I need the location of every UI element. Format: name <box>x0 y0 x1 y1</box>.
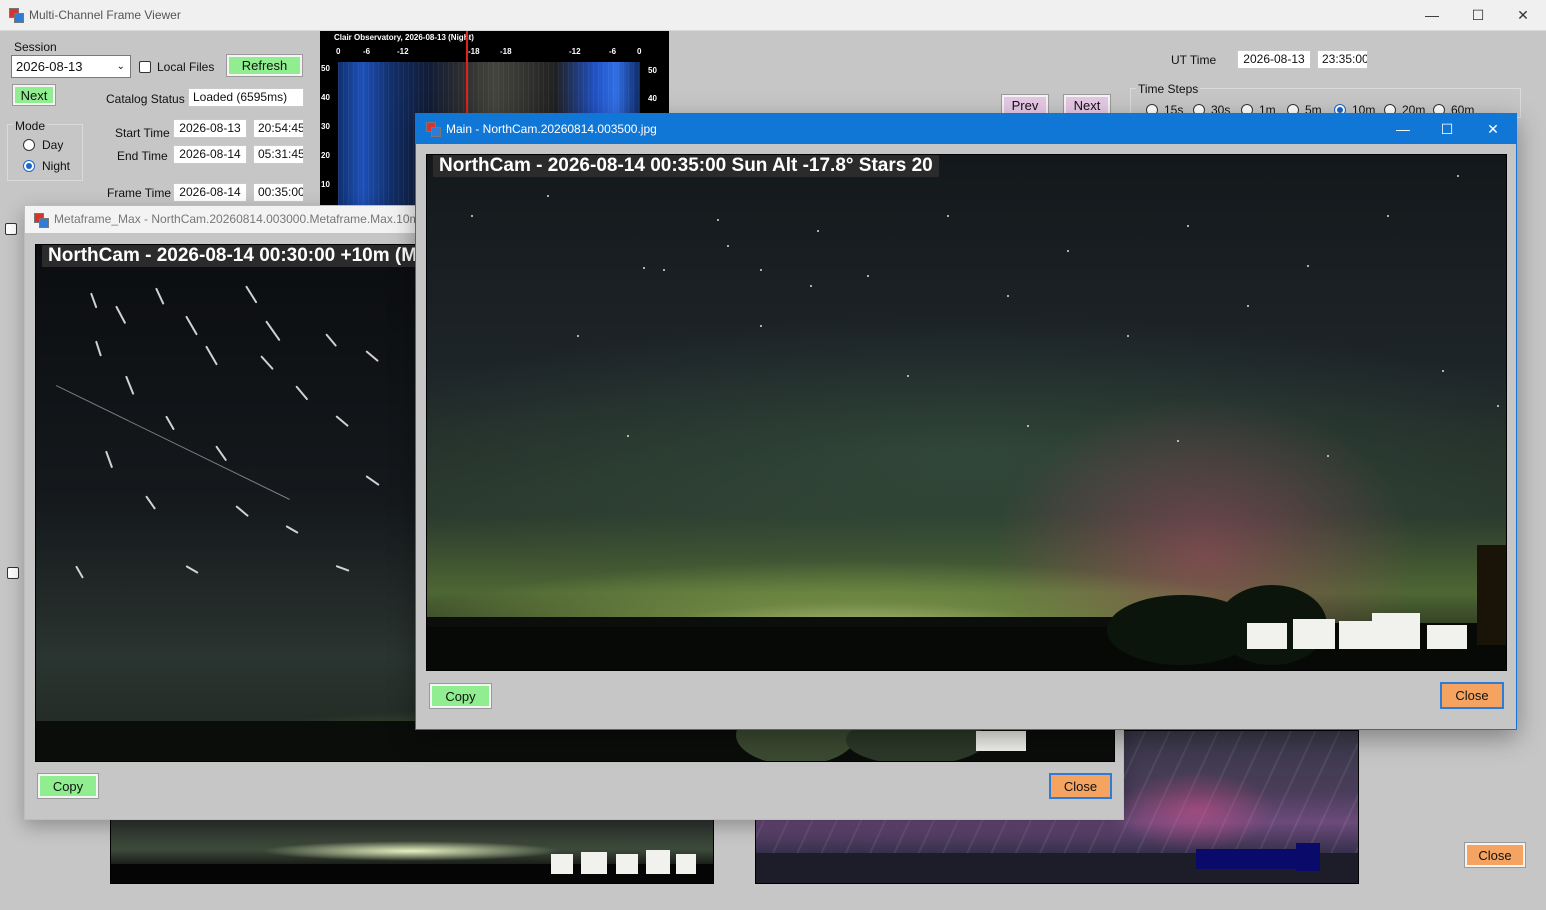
metaframe-close-button[interactable]: Close <box>1049 773 1112 799</box>
keogram-left-tick: 10 <box>321 180 330 189</box>
main-maximize-button[interactable]: ☐ <box>1424 114 1470 144</box>
keogram-top-tick: 0 <box>637 47 642 56</box>
main-app-icon <box>426 122 441 137</box>
session-label: Session <box>14 40 57 54</box>
channel-checkbox[interactable] <box>7 567 19 579</box>
start-time-label: Start Time <box>115 126 170 140</box>
local-files-label: Local Files <box>157 60 215 74</box>
keogram-right-tick: 50 <box>648 66 657 75</box>
frame-date-field[interactable]: 2026-08-14 <box>173 183 247 202</box>
maximize-icon: ☐ <box>1440 120 1454 137</box>
main-overlay-text: NorthCam - 2026-08-14 00:35:00 Sun Alt -… <box>433 155 939 177</box>
main-frame-window: Main - NorthCam.20260814.003500.jpg — ☐ … <box>415 113 1517 730</box>
main-close-button[interactable]: Close <box>1440 682 1504 709</box>
chevron-down-icon: ⌄ <box>116 61 125 72</box>
session-next-button[interactable]: Next <box>12 84 56 106</box>
next-button[interactable]: Next <box>1063 94 1111 116</box>
end-time-field[interactable]: 05:31:45 <box>253 145 304 164</box>
footer-close-button[interactable]: Close <box>1464 842 1526 868</box>
keogram-top-tick: 0 <box>336 47 341 56</box>
keogram-top-tick: -6 <box>363 47 371 56</box>
ut-time-field[interactable]: 23:35:00 <box>1317 50 1368 69</box>
keogram-left-tick: 30 <box>321 122 330 131</box>
mode-label: Mode <box>13 119 48 133</box>
close-window-button[interactable]: ✕ <box>1500 0 1546 30</box>
app-titlebar: Multi-Channel Frame Viewer — ☐ ✕ <box>0 0 1546 31</box>
metaframe-overlay-text: NorthCam - 2026-08-14 00:30:00 +10m (M <box>42 245 424 267</box>
time-steps-label: Time Steps <box>1136 82 1201 96</box>
mode-day-label: Day <box>42 138 64 152</box>
local-files-checkbox[interactable] <box>139 61 151 73</box>
app-icon <box>9 8 24 23</box>
end-time-label: End Time <box>117 149 168 163</box>
keogram-left-tick: 20 <box>321 151 330 160</box>
catalog-status-field: Loaded (6595ms) <box>188 88 304 107</box>
ut-time-label: UT Time <box>1171 53 1217 67</box>
keogram-left-tick: 40 <box>321 93 330 102</box>
frame-time-label: Frame Time <box>107 186 172 200</box>
keogram-top-tick: -12 <box>397 47 409 56</box>
metaframe-copy-button[interactable]: Copy <box>37 773 99 799</box>
metaframe-title: Metaframe_Max - NorthCam.20260814.003000… <box>54 212 423 226</box>
channel-checkbox[interactable] <box>5 223 17 235</box>
maximize-button[interactable]: ☐ <box>1455 0 1501 30</box>
refresh-button[interactable]: Refresh <box>226 54 303 77</box>
keogram-top-tick: -12 <box>569 47 581 56</box>
keogram-right-tick: 40 <box>648 94 657 103</box>
close-icon: ✕ <box>1517 6 1529 23</box>
start-date-field[interactable]: 2026-08-13 <box>173 119 247 138</box>
keogram-top-tick: -18 <box>500 47 512 56</box>
session-dropdown[interactable]: 2026-08-13 ⌄ <box>11 55 131 78</box>
minimize-icon: — <box>1425 7 1439 23</box>
keogram-title: Clair Observatory, 2026-08-13 (Night) <box>334 33 474 42</box>
catalog-status-label: Catalog Status <box>106 92 185 106</box>
mode-night-radio[interactable] <box>23 160 35 172</box>
main-copy-button[interactable]: Copy <box>429 683 492 709</box>
main-close-window-button[interactable]: ✕ <box>1470 114 1516 144</box>
ut-date-field[interactable]: 2026-08-13 <box>1237 50 1311 69</box>
app-title: Multi-Channel Frame Viewer <box>29 8 181 22</box>
main-titlebar[interactable]: Main - NorthCam.20260814.003500.jpg — ☐ … <box>416 114 1516 144</box>
mode-night-label: Night <box>42 159 71 173</box>
metaframe-app-icon <box>34 213 49 228</box>
main-minimize-button[interactable]: — <box>1380 114 1426 144</box>
maximize-icon: ☐ <box>1471 6 1485 23</box>
minimize-icon: — <box>1396 121 1410 137</box>
mode-day-radio[interactable] <box>23 139 35 151</box>
minimize-button[interactable]: — <box>1409 0 1455 30</box>
main-frame-image[interactable]: NorthCam - 2026-08-14 00:35:00 Sun Alt -… <box>426 154 1507 671</box>
start-time-field[interactable]: 20:54:45 <box>253 119 304 138</box>
frame-time-field[interactable]: 00:35:00 <box>253 183 304 202</box>
close-icon: ✕ <box>1487 120 1499 137</box>
end-date-field[interactable]: 2026-08-14 <box>173 145 247 164</box>
session-value: 2026-08-13 <box>16 59 83 74</box>
main-title: Main - NorthCam.20260814.003500.jpg <box>446 122 657 136</box>
channel-panel-left[interactable] <box>110 815 714 884</box>
prev-button[interactable]: Prev <box>1001 94 1049 116</box>
keogram-left-tick: 50 <box>321 64 330 73</box>
keogram-top-tick: -6 <box>609 47 617 56</box>
keogram-top-tick: -18 <box>468 47 480 56</box>
